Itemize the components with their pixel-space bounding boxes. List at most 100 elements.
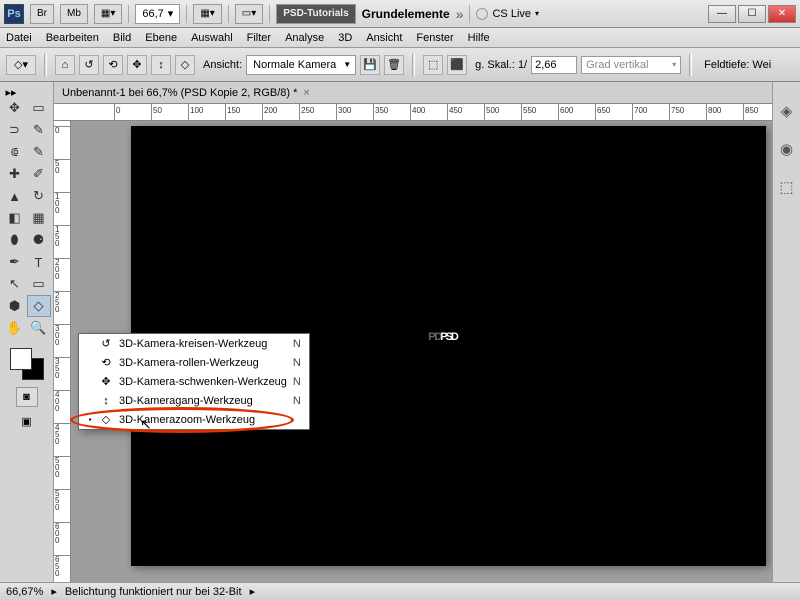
opt-orbit-icon[interactable]: ↺ — [79, 55, 99, 75]
3d-object-tool[interactable]: ⬢ — [3, 295, 27, 317]
menu-analyse[interactable]: Analyse — [285, 32, 324, 44]
minimize-button[interactable]: — — [708, 5, 736, 23]
bridge-button[interactable]: Br — [30, 4, 54, 24]
workspace-label[interactable]: Grundelemente — [362, 7, 450, 21]
status-zoom[interactable]: 66,67% — [6, 586, 43, 598]
menu-ebene[interactable]: Ebene — [145, 32, 177, 44]
document-tab[interactable]: Unbenannt-1 bei 66,7% (PSD Kopie 2, RGB/… — [54, 82, 772, 104]
maximize-button[interactable]: ☐ — [738, 5, 766, 23]
flyout-item-0[interactable]: ↺ 3D-Kamera-kreisen-Werkzeug N — [79, 334, 309, 353]
pen-tool[interactable]: ✒ — [3, 251, 27, 273]
paths-panel-icon[interactable]: ⬚ — [776, 176, 798, 198]
ortho-icon[interactable]: ⬛ — [447, 55, 467, 75]
close-tab-icon[interactable]: × — [303, 87, 309, 99]
stamp-tool[interactable]: ▲ — [3, 185, 27, 207]
minibridge-button[interactable]: Mb — [60, 4, 88, 24]
titlebar: Ps Br Mb ▦▾ 66,7▾ ▦▾ ▭▾ PSD-Tutorials Gr… — [0, 0, 800, 28]
crop-tool[interactable]: ⟃ — [3, 141, 27, 163]
screen-mode-tool[interactable]: ▣ — [16, 411, 38, 431]
opt-zoom-icon[interactable]: ◇ — [175, 55, 195, 75]
flyout-item-shortcut: N — [293, 395, 301, 407]
flyout-item-1[interactable]: ⟲3D-Kamera-rollen-WerkzeugN — [79, 353, 309, 372]
eyedropper-tool[interactable]: ✎ — [27, 141, 51, 163]
menu-3d[interactable]: 3D — [338, 32, 352, 44]
menu-bild[interactable]: Bild — [113, 32, 131, 44]
status-bar: 66,67% ▸ Belichtung funktioniert nur bei… — [0, 582, 800, 600]
current-tool-icon[interactable]: ◇▾ — [6, 55, 36, 75]
zoom-tool[interactable]: 🔍 — [27, 317, 51, 339]
view-select[interactable]: Normale Kamera▼ — [246, 55, 356, 75]
channels-panel-icon[interactable]: ◉ — [776, 138, 798, 160]
brush-tool[interactable]: ✐ — [27, 163, 51, 185]
opt-walk-icon[interactable]: ↕ — [151, 55, 171, 75]
color-swatches[interactable] — [7, 346, 47, 382]
path-select-tool[interactable]: ↖ — [3, 273, 27, 295]
foreground-color[interactable] — [10, 348, 32, 370]
flyout-item-label: 3D-Kamera-kreisen-Werkzeug — [119, 338, 267, 350]
psd-tutorials-button[interactable]: PSD-Tutorials — [276, 4, 355, 24]
flyout-item-2[interactable]: ✥3D-Kamera-schwenken-WerkzeugN — [79, 372, 309, 391]
menu-ansicht[interactable]: Ansicht — [366, 32, 402, 44]
scale-input[interactable]: 2,66 — [531, 56, 577, 74]
panel-dock: ◈ ◉ ⬚ — [772, 82, 800, 582]
screen-mode-button[interactable]: ▦▾ — [94, 4, 122, 24]
workspace: ▸▸ ✥ ▭ ⊃ ✎ ⟃ ✎ ✚ ✐ ▲ ↻ ◧ ▦ ⬮ ⚈ ✒ T ↖ ▭ ⬢… — [0, 82, 800, 582]
hand-tool[interactable]: ✋ — [3, 317, 27, 339]
ruler-vertical: 050100150200250300350400450500550600650 — [54, 121, 71, 582]
more-workspaces-icon[interactable]: » — [456, 6, 464, 22]
status-sep: ▸ — [51, 585, 57, 598]
gradient-tool[interactable]: ▦ — [27, 207, 51, 229]
view-label: Ansicht: — [203, 59, 242, 71]
menu-filter[interactable]: Filter — [247, 32, 271, 44]
menu-hilfe[interactable]: Hilfe — [468, 32, 490, 44]
marquee-tool[interactable]: ▭ — [27, 97, 51, 119]
lasso-tool[interactable]: ⊃ — [3, 119, 27, 141]
flyout-item-shortcut: N — [293, 357, 301, 369]
ruler-horizontal: 0501001502002503003504004505005506006507… — [54, 104, 772, 121]
layers-panel-icon[interactable]: ◈ — [776, 100, 798, 122]
3d-camera-tool[interactable]: ◇ — [27, 295, 51, 317]
feldtiefe-label: Feldtiefe: Wei — [704, 59, 771, 71]
tool-panel: ▸▸ ✥ ▭ ⊃ ✎ ⟃ ✎ ✚ ✐ ▲ ↻ ◧ ▦ ⬮ ⚈ ✒ T ↖ ▭ ⬢… — [0, 82, 54, 582]
flyout-item-icon: ↺ — [99, 337, 113, 350]
flyout-item-3[interactable]: ↕3D-Kameragang-WerkzeugN — [79, 391, 309, 410]
healing-tool[interactable]: ✚ — [3, 163, 27, 185]
flyout-item-4[interactable]: ▪◇3D-Kamerazoom-Werkzeug — [79, 410, 309, 429]
opt-pan-icon[interactable]: ✥ — [127, 55, 147, 75]
flyout-item-label: 3D-Kamera-schwenken-Werkzeug — [119, 376, 287, 388]
quick-select-tool[interactable]: ✎ — [27, 119, 51, 141]
menu-datei[interactable]: Datei — [6, 32, 32, 44]
opt-home-icon[interactable]: ⌂ — [55, 55, 75, 75]
canvas-text: P D PSD — [440, 331, 457, 343]
flyout-item-icon: ↕ — [99, 395, 113, 407]
collapse-arrows-icon[interactable]: ▸▸ — [3, 86, 51, 96]
menu-auswahl[interactable]: Auswahl — [191, 32, 233, 44]
arrange-button[interactable]: ▭▾ — [235, 4, 263, 24]
close-button[interactable]: ✕ — [768, 5, 796, 23]
eraser-tool[interactable]: ◧ — [3, 207, 27, 229]
flyout-item-label: 3D-Kamera-rollen-Werkzeug — [119, 357, 259, 369]
move-tool[interactable]: ✥ — [3, 97, 27, 119]
cs-live-button[interactable]: CS Live▾ — [476, 8, 539, 20]
tool-flyout-menu: ↺3D-Kamera-kreisen-WerkzeugN⟲3D-Kamera-r… — [78, 333, 310, 430]
flyout-item-icon: ◇ — [99, 413, 113, 426]
type-tool[interactable]: T — [27, 251, 51, 273]
menu-bearbeiten[interactable]: Bearbeiten — [46, 32, 99, 44]
quick-mask-button[interactable]: ◙ — [16, 387, 38, 407]
blur-tool[interactable]: ⬮ — [3, 229, 27, 251]
save-view-icon[interactable]: 💾 — [360, 55, 380, 75]
grad-field[interactable]: Grad vertikal▾ — [581, 56, 681, 74]
status-arrow-icon[interactable]: ▸ — [250, 585, 256, 598]
view-extras-button[interactable]: ▦▾ — [193, 4, 221, 24]
delete-view-icon[interactable]: 🗑 — [384, 55, 404, 75]
perspective-icon[interactable]: ⬚ — [423, 55, 443, 75]
opt-roll-icon[interactable]: ⟲ — [103, 55, 123, 75]
menu-fenster[interactable]: Fenster — [416, 32, 453, 44]
zoom-level-field[interactable]: 66,7▾ — [135, 4, 180, 24]
shape-tool[interactable]: ▭ — [27, 273, 51, 295]
flyout-item-icon: ✥ — [99, 375, 113, 388]
dodge-tool[interactable]: ⚈ — [27, 229, 51, 251]
cursor-icon: ↖ — [140, 416, 152, 433]
flyout-item-shortcut: N — [293, 338, 301, 350]
history-brush-tool[interactable]: ↻ — [27, 185, 51, 207]
